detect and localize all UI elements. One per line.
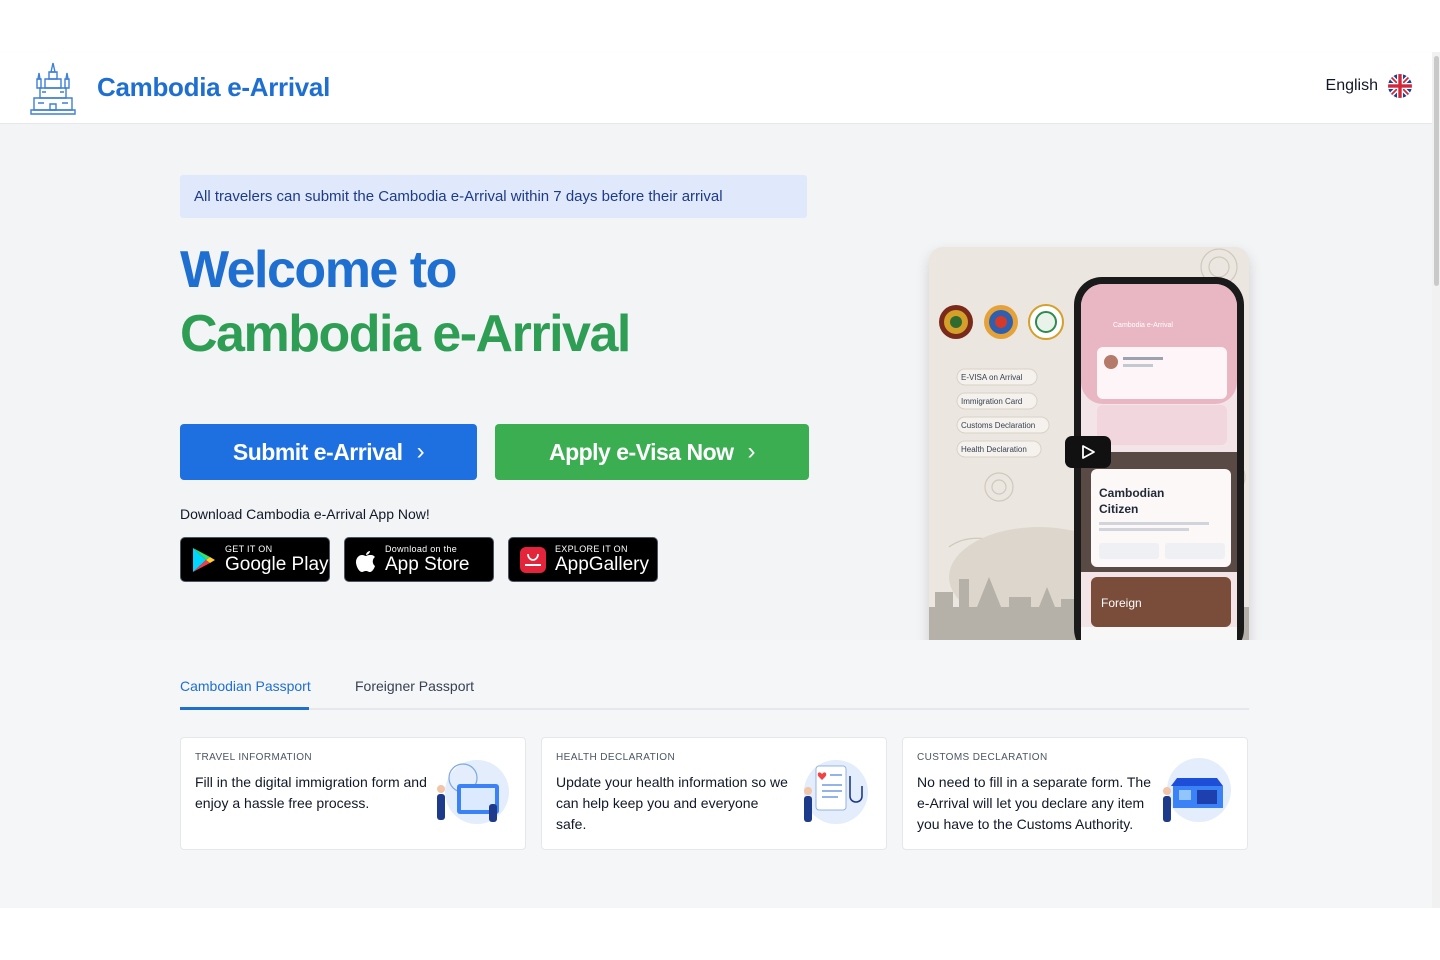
preview-menu-item: E-VISA on Arrival — [961, 373, 1023, 382]
site-header: Cambodia e-Arrival English — [0, 52, 1432, 124]
health-declaration-card: HEALTH DECLARATION Update your health in… — [541, 737, 887, 850]
card-text: Update your health information so we can… — [556, 774, 788, 832]
card-title: CUSTOMS DECLARATION — [917, 752, 1048, 763]
apply-e-visa-button[interactable]: Apply e-Visa Now › — [495, 424, 809, 480]
preview-card-title-2: Citizen — [1099, 502, 1138, 516]
brand-title[interactable]: Cambodia e-Arrival — [97, 72, 330, 103]
welcome-title-line2: Cambodia e-Arrival — [180, 305, 631, 363]
preview-menu-item: Immigration Card — [961, 397, 1022, 406]
tabs-divider — [180, 708, 1249, 710]
app-store-small-text: Download on the — [385, 544, 458, 554]
preview-app-title: Cambodia e-Arrival — [1113, 322, 1173, 329]
download-app-label: Download Cambodia e-Arrival App Now! — [180, 506, 430, 522]
play-icon — [1082, 445, 1095, 459]
tab-foreigner-passport[interactable]: Foreigner Passport — [355, 678, 474, 694]
preview-card-title-1: Cambodian — [1099, 486, 1164, 500]
preview-menu-item: Customs Declaration — [961, 421, 1035, 430]
angkor-temple-logo[interactable] — [28, 60, 78, 116]
customs-counter-illustration-icon — [1163, 758, 1231, 822]
top-blank — [0, 0, 1440, 52]
language-selector[interactable]: English — [1326, 74, 1412, 98]
apple-icon — [356, 550, 375, 572]
google-play-icon — [193, 547, 215, 572]
tab-cambodian-passport[interactable]: Cambodian Passport — [180, 678, 311, 694]
google-play-badge[interactable]: GET IT ON Google Play — [180, 537, 330, 582]
card-text: No need to fill in a separate form. The … — [917, 774, 1151, 832]
uk-flag-icon — [1388, 74, 1412, 98]
appgallery-small-text: EXPLORE IT ON — [555, 544, 628, 554]
appgallery-badge[interactable]: EXPLORE IT ON AppGallery — [508, 537, 658, 582]
language-label: English — [1325, 77, 1378, 94]
arrival-notice-banner: All travelers can submit the Cambodia e-… — [180, 175, 807, 218]
app-store-big-text: App Store — [385, 554, 470, 575]
apply-e-visa-label: Apply e-Visa Now — [548, 438, 734, 465]
page-bottom — [0, 908, 1440, 960]
travel-information-card: TRAVEL INFORMATION Fill in the digital i… — [180, 737, 526, 850]
card-text: Fill in the digital immigration form and… — [195, 774, 427, 811]
card-title: HEALTH DECLARATION — [556, 752, 676, 763]
google-play-small-text: GET IT ON — [225, 544, 273, 554]
ministry-emblems — [939, 304, 1064, 340]
preview-menu-item: Health Declaration — [961, 445, 1027, 454]
chevron-right-icon: › — [747, 438, 756, 465]
app-store-badge[interactable]: Download on the App Store — [344, 537, 494, 582]
travel-form-illustration-icon — [437, 760, 509, 824]
appgallery-big-text: AppGallery — [555, 554, 649, 575]
welcome-title-line1: Welcome to — [180, 241, 457, 299]
play-video-button[interactable] — [1065, 436, 1111, 468]
google-play-big-text: Google Play — [225, 554, 329, 575]
preview-foreign-label: Foreign — [1101, 596, 1142, 610]
active-tab-indicator — [180, 707, 309, 710]
customs-declaration-card: CUSTOMS DECLARATION No need to fill in a… — [902, 737, 1248, 850]
submit-e-arrival-label: Submit e-Arrival — [232, 438, 403, 465]
chevron-right-icon: › — [416, 438, 425, 465]
scrollbar-thumb[interactable] — [1434, 56, 1439, 286]
submit-e-arrival-button[interactable]: Submit e-Arrival › — [180, 424, 477, 480]
health-clipboard-illustration-icon — [804, 760, 868, 824]
card-title: TRAVEL INFORMATION — [195, 752, 313, 763]
huawei-appgallery-icon — [520, 546, 546, 573]
